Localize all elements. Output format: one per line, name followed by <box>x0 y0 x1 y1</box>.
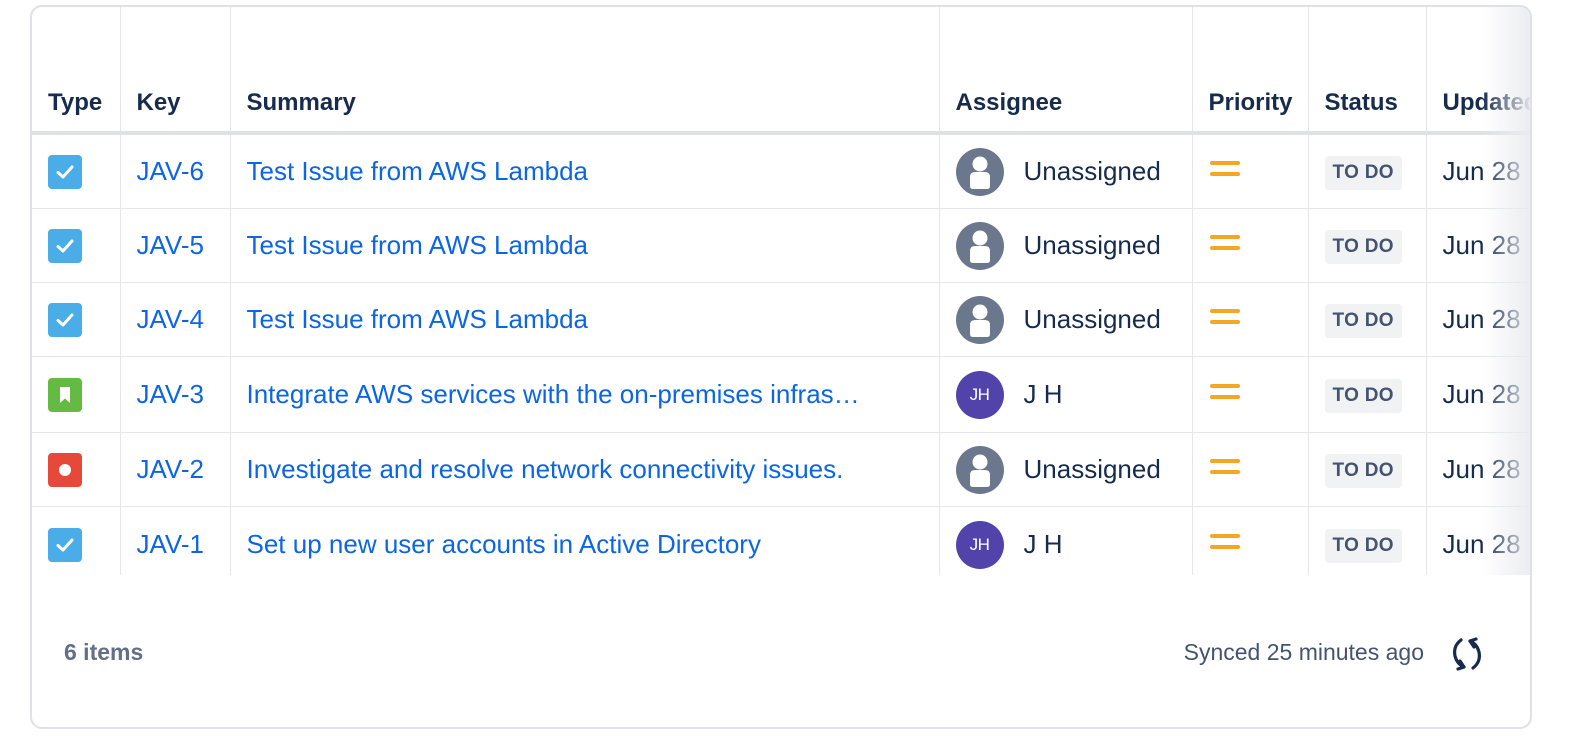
task-checkbox-icon <box>48 154 82 189</box>
type-cell <box>32 133 121 209</box>
default-avatar-icon <box>955 445 1004 494</box>
priority-medium-icon <box>1209 380 1241 411</box>
table-row: JAV-2 Investigate and resolve network co… <box>32 432 1530 507</box>
type-cell <box>32 282 121 357</box>
summary-cell: Test Issue from AWS Lambda <box>230 133 940 209</box>
assignee-cell: Unassigned <box>939 432 1193 507</box>
user-avatar: JH <box>955 370 1004 419</box>
assignee-cell: JH J H <box>939 506 1193 575</box>
assignee-cell: Unassigned <box>939 133 1193 209</box>
priority-medium-icon <box>1209 530 1241 561</box>
column-header-assignee[interactable]: Assignee <box>939 7 1193 135</box>
priority-cell <box>1192 282 1309 357</box>
status-lozenge: TO DO <box>1324 528 1402 563</box>
task-checkbox-icon <box>48 228 82 263</box>
table-row: JAV-1 Set up new user accounts in Active… <box>32 506 1530 575</box>
column-header-status[interactable]: Status <box>1308 7 1427 135</box>
default-avatar-icon <box>955 295 1004 344</box>
table-header-row: Type Key Summary Assignee Priority Statu… <box>32 7 1530 135</box>
summary-cell: Integrate AWS services with the on-premi… <box>230 356 940 433</box>
key-cell: JAV-3 <box>120 356 231 433</box>
issue-key-link[interactable]: JAV-3 <box>137 379 214 410</box>
issue-key-link[interactable]: JAV-4 <box>137 304 214 335</box>
priority-medium-icon <box>1209 157 1241 188</box>
priority-medium-icon <box>1209 455 1241 486</box>
column-header-priority[interactable]: Priority <box>1192 7 1309 135</box>
issue-summary-link[interactable]: Integrate AWS services with the on-premi… <box>247 379 923 410</box>
default-avatar-icon <box>955 221 1004 270</box>
story-bookmark-icon <box>48 377 82 412</box>
type-cell <box>32 356 121 433</box>
status-cell: TO DO <box>1308 506 1427 575</box>
status-cell: TO DO <box>1308 133 1427 209</box>
key-cell: JAV-2 <box>120 432 231 507</box>
issue-key-link[interactable]: JAV-6 <box>137 156 214 187</box>
column-header-summary[interactable]: Summary <box>230 7 940 135</box>
assignee-cell: Unassigned <box>939 282 1193 357</box>
priority-cell <box>1192 208 1309 283</box>
assignee-name: J H <box>1023 529 1063 559</box>
table-row: JAV-5 Test Issue from AWS Lambda Unassig… <box>32 208 1530 283</box>
issues-table: Type Key Summary Assignee Priority Statu… <box>32 7 1530 575</box>
summary-cell: Set up new user accounts in Active Direc… <box>230 506 940 575</box>
table-row: JAV-6 Test Issue from AWS Lambda Unassig… <box>32 133 1530 209</box>
item-count: 6 items <box>64 639 144 665</box>
issues-table-scroll-area[interactable]: Type Key Summary Assignee Priority Statu… <box>32 7 1530 575</box>
issue-summary-link[interactable]: Set up new user accounts in Active Direc… <box>247 529 923 560</box>
status-lozenge: TO DO <box>1324 378 1402 413</box>
task-checkbox-icon <box>48 302 82 337</box>
issue-summary-link[interactable]: Test Issue from AWS Lambda <box>247 304 923 335</box>
assignee-cell: JH J H <box>939 356 1193 433</box>
task-checkbox-icon <box>48 527 82 562</box>
priority-cell <box>1192 133 1309 209</box>
priority-medium-icon <box>1209 231 1241 262</box>
table-row: JAV-4 Test Issue from AWS Lambda Unassig… <box>32 282 1530 357</box>
default-avatar-icon <box>955 147 1004 196</box>
sync-status: Synced 25 minutes ago <box>1183 639 1424 665</box>
key-cell: JAV-4 <box>120 282 231 357</box>
type-cell <box>32 506 121 575</box>
assignee-name: J H <box>1023 379 1063 409</box>
summary-cell: Test Issue from AWS Lambda <box>230 282 940 357</box>
type-cell <box>32 432 121 507</box>
horizontal-scroll-fade <box>1482 7 1530 575</box>
priority-cell <box>1192 506 1309 575</box>
refresh-icon[interactable] <box>1447 634 1487 674</box>
status-cell: TO DO <box>1308 208 1427 283</box>
status-lozenge: TO DO <box>1324 155 1402 190</box>
key-cell: JAV-6 <box>120 133 231 209</box>
status-cell: TO DO <box>1308 282 1427 357</box>
table-row: JAV-3 Integrate AWS services with the on… <box>32 356 1530 433</box>
issue-summary-link[interactable]: Investigate and resolve network connecti… <box>247 454 923 485</box>
status-lozenge: TO DO <box>1324 229 1402 264</box>
column-header-type[interactable]: Type <box>32 7 121 135</box>
assignee-name: Unassigned <box>1023 454 1161 484</box>
issue-key-link[interactable]: JAV-5 <box>137 230 214 261</box>
key-cell: JAV-1 <box>120 506 231 575</box>
issue-summary-link[interactable]: Test Issue from AWS Lambda <box>247 156 923 187</box>
priority-cell <box>1192 432 1309 507</box>
bug-dot-icon <box>48 452 82 487</box>
type-cell <box>32 208 121 283</box>
summary-cell: Test Issue from AWS Lambda <box>230 208 940 283</box>
assignee-name: Unassigned <box>1023 230 1161 260</box>
issue-key-link[interactable]: JAV-2 <box>137 454 214 485</box>
status-lozenge: TO DO <box>1324 303 1402 338</box>
summary-cell: Investigate and resolve network connecti… <box>230 432 940 507</box>
assignee-cell: Unassigned <box>939 208 1193 283</box>
priority-cell <box>1192 356 1309 433</box>
issues-table-card: Type Key Summary Assignee Priority Statu… <box>30 5 1532 729</box>
assignee-name: Unassigned <box>1023 156 1161 186</box>
status-cell: TO DO <box>1308 356 1427 433</box>
assignee-name: Unassigned <box>1023 304 1161 334</box>
issue-key-link[interactable]: JAV-1 <box>137 529 214 560</box>
status-cell: TO DO <box>1308 432 1427 507</box>
status-lozenge: TO DO <box>1324 453 1402 488</box>
priority-medium-icon <box>1209 305 1241 336</box>
column-header-key[interactable]: Key <box>120 7 231 135</box>
key-cell: JAV-5 <box>120 208 231 283</box>
user-avatar: JH <box>955 520 1004 569</box>
issue-summary-link[interactable]: Test Issue from AWS Lambda <box>247 230 923 261</box>
